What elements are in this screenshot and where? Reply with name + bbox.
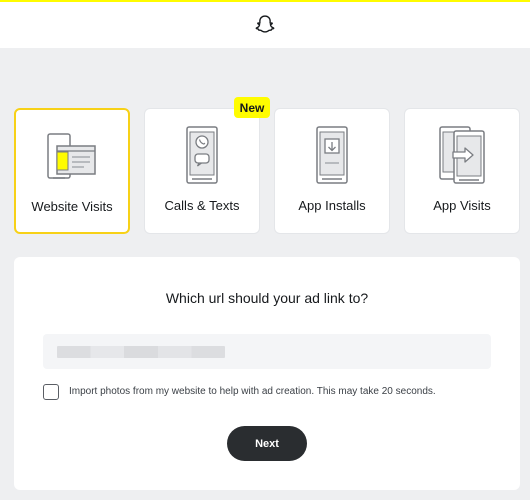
- goal-card-label: App Visits: [433, 198, 491, 213]
- goal-card-website-visits[interactable]: Website Visits: [14, 108, 130, 234]
- app-header: [0, 2, 530, 48]
- goal-card-app-visits[interactable]: App Visits: [404, 108, 520, 234]
- import-photos-checkbox[interactable]: [43, 384, 59, 400]
- new-badge: New: [234, 97, 270, 118]
- goal-selector: Website Visits Calls & Texts App Install…: [14, 108, 530, 235]
- goal-card-app-installs[interactable]: App Installs: [274, 108, 390, 234]
- app-visits-icon: [439, 126, 485, 184]
- url-form: Which url should your ad link to? Import…: [14, 257, 520, 490]
- goal-card-label: Website Visits: [31, 199, 113, 214]
- goal-card-label: App Installs: [298, 198, 366, 213]
- import-photos-label: Import photos from my website to help wi…: [69, 386, 436, 397]
- url-input[interactable]: [43, 334, 491, 369]
- app-installs-icon: [316, 126, 348, 184]
- goal-card-label: Calls & Texts: [164, 198, 240, 213]
- goal-card-calls-texts[interactable]: Calls & Texts: [144, 108, 260, 234]
- url-question: Which url should your ad link to?: [165, 290, 369, 306]
- snapchat-ghost-icon[interactable]: [254, 14, 276, 36]
- next-button[interactable]: Next: [227, 426, 307, 461]
- website-visits-icon: [47, 133, 96, 179]
- calls-texts-icon: [186, 126, 218, 184]
